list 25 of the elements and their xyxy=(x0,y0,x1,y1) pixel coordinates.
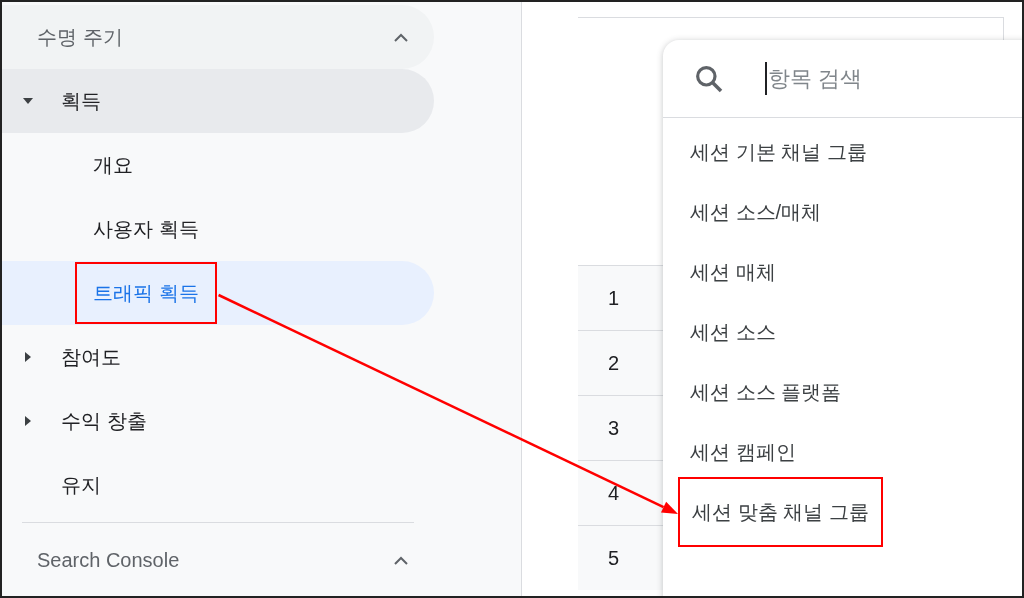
section-title: 수명 주기 xyxy=(37,25,123,50)
nav-label: 참여도 xyxy=(60,345,122,370)
nav-item[interactable]: 개요 xyxy=(2,133,434,197)
caret-right-icon xyxy=(25,416,31,426)
search-field[interactable]: 항목 검색 xyxy=(765,62,1022,95)
nav-label: 개요 xyxy=(92,153,134,178)
nav-label: 유지 xyxy=(60,473,102,498)
section-title: Search Console xyxy=(37,548,180,573)
nav-item[interactable]: 유지 xyxy=(2,453,434,517)
chevron-up-icon xyxy=(394,32,408,42)
section-header[interactable]: 수명 주기 xyxy=(2,5,434,69)
menu-item[interactable]: 세션 맞춤 채널 그룹 xyxy=(678,477,883,547)
nav-item[interactable]: 참여도 xyxy=(2,325,434,389)
nav-item[interactable]: 획득 xyxy=(2,69,434,133)
caret-right-icon xyxy=(25,352,31,362)
chevron-up-icon xyxy=(394,555,408,565)
nav-label: 획득 xyxy=(60,89,102,114)
section-header[interactable]: Search Console xyxy=(2,528,434,592)
nav-label: 사용자 획득 xyxy=(92,217,200,242)
nav-label: 트래픽 획득 xyxy=(75,262,217,324)
nav-item[interactable]: 사용자 획득 xyxy=(2,197,434,261)
nav-label: 수익 창출 xyxy=(60,409,148,434)
nav-item[interactable]: 트래픽 획득 xyxy=(2,261,434,325)
nav-item[interactable]: 수익 창출 xyxy=(2,389,434,453)
caret-down-icon xyxy=(23,98,33,104)
